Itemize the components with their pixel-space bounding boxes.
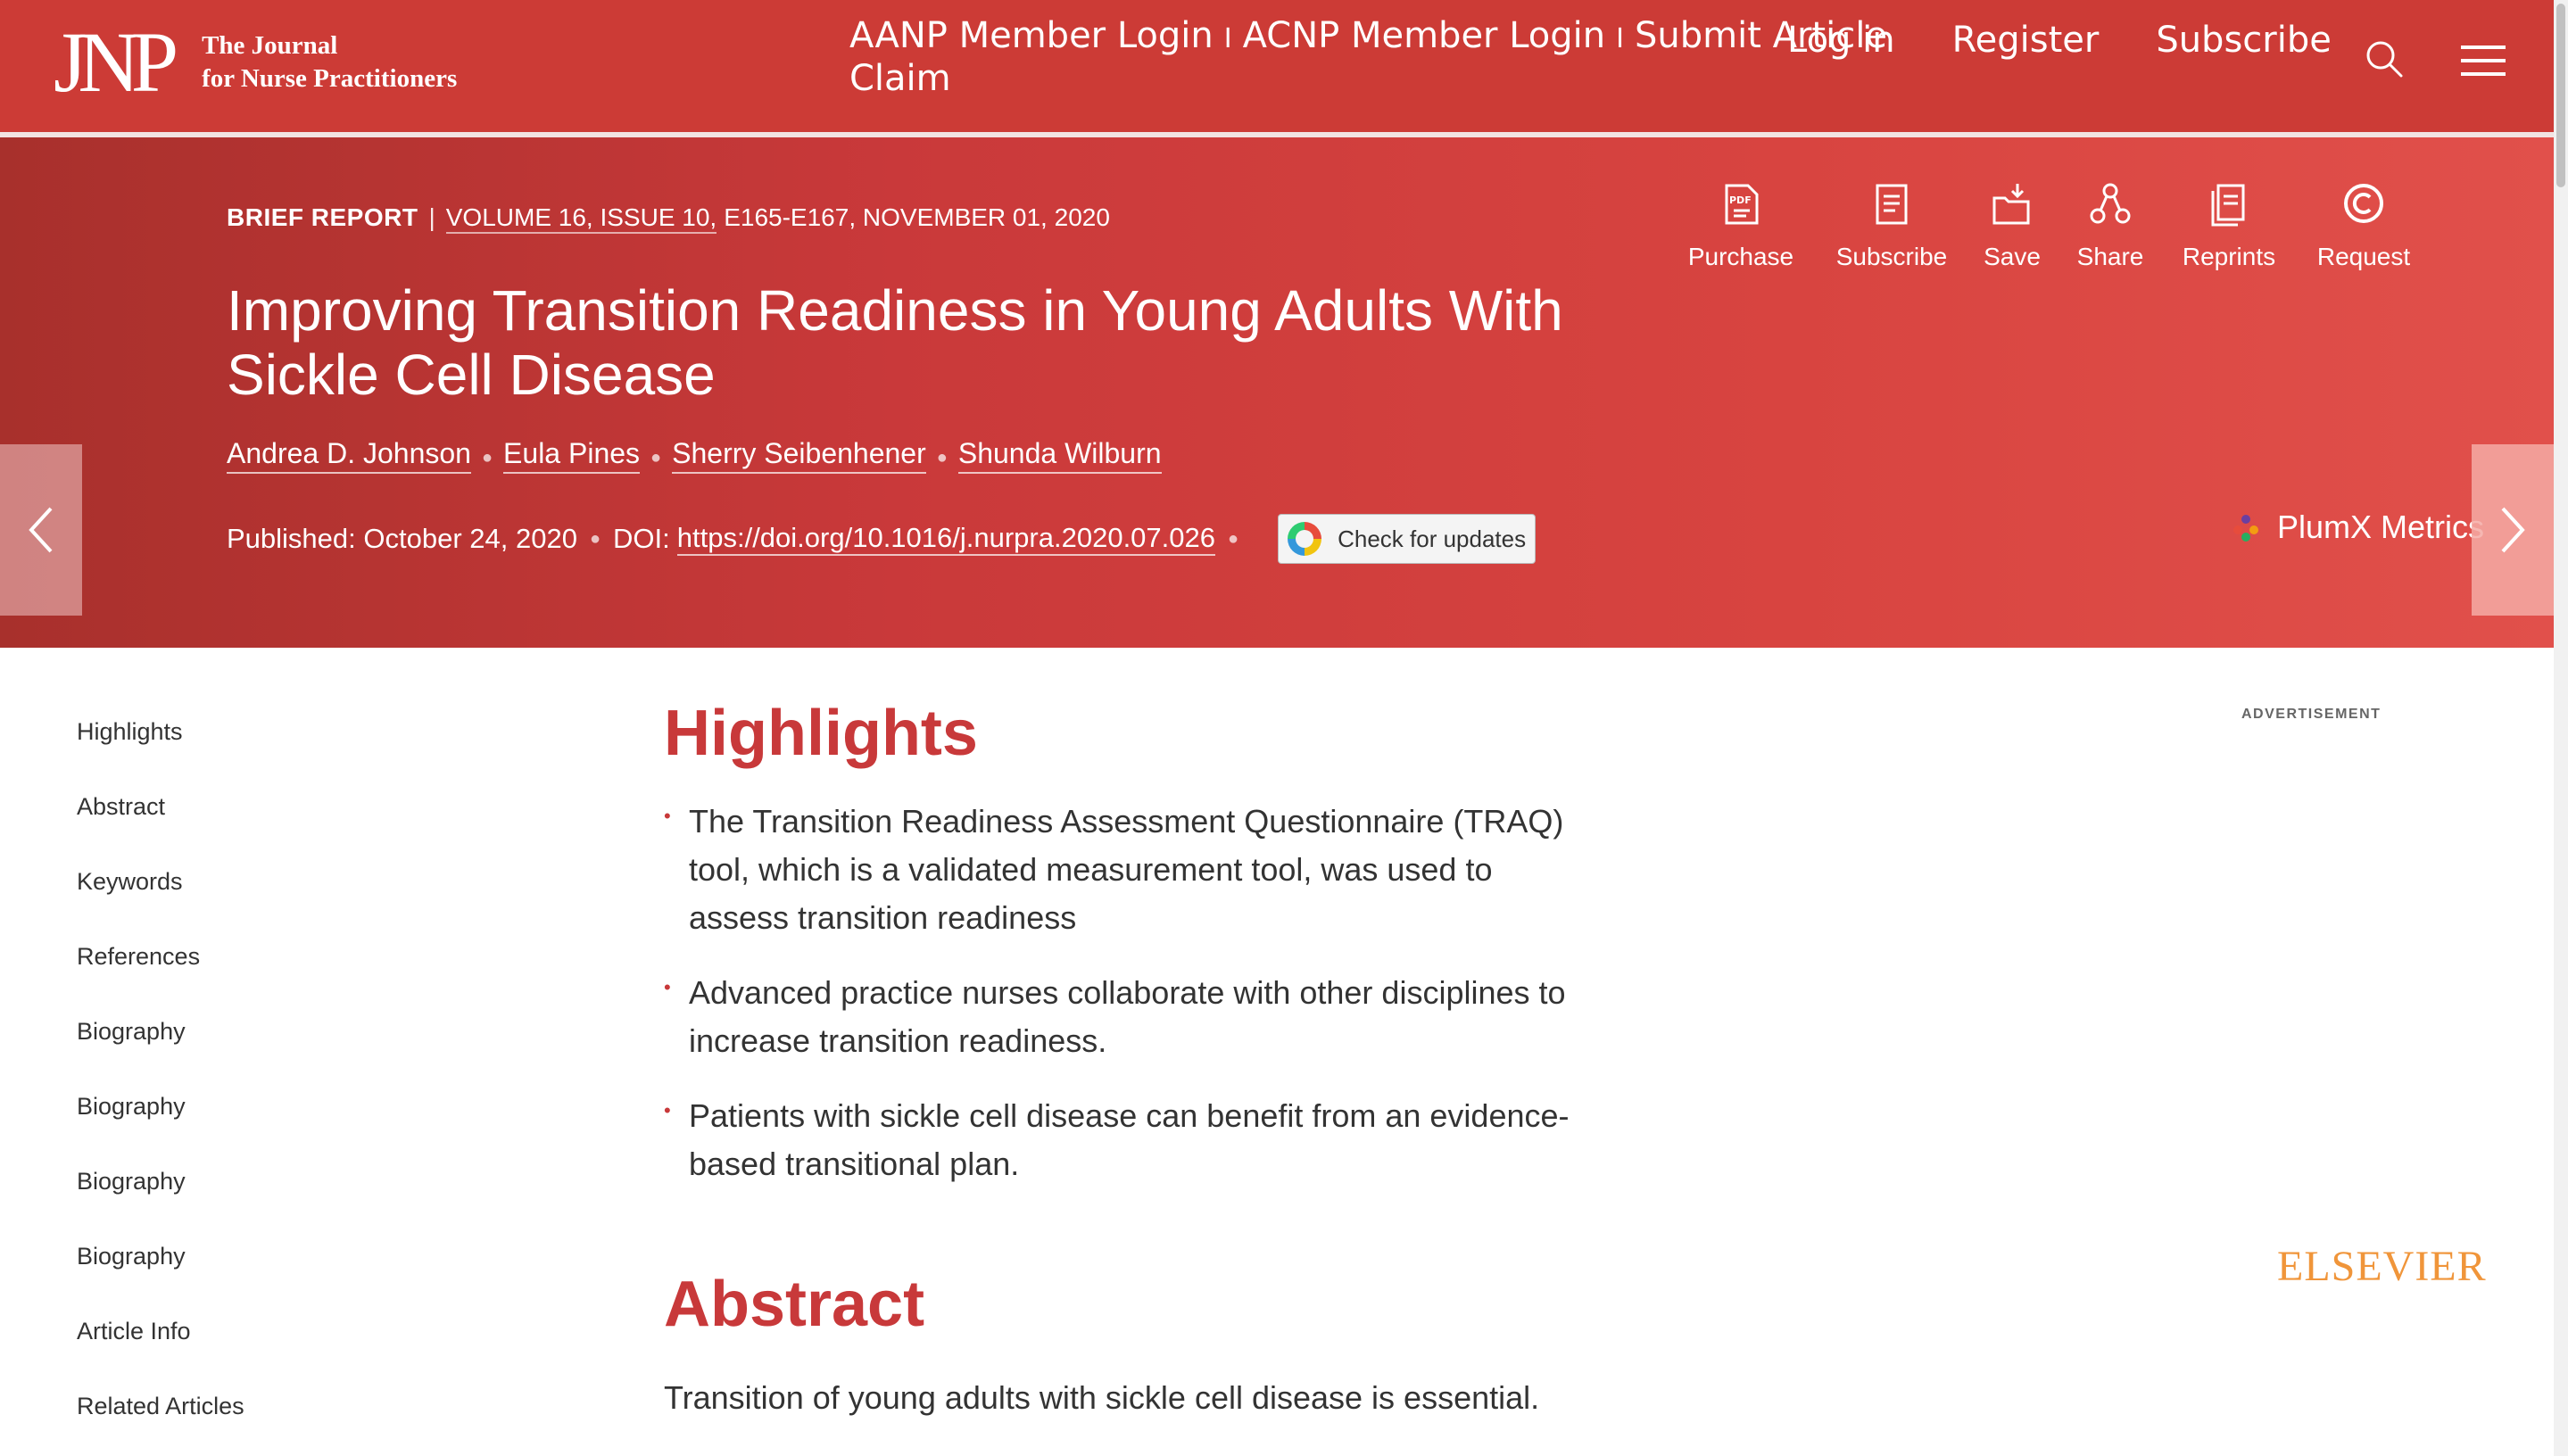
volume-issue-link[interactable]: VOLUME 16, ISSUE 10,: [445, 203, 717, 234]
author-link[interactable]: Shunda Wilburn: [957, 437, 1162, 474]
highlights-heading: Highlights: [664, 698, 978, 769]
link-separator: I: [1616, 23, 1624, 54]
author-separator: ●: [936, 448, 948, 467]
login-link[interactable]: Log in: [1787, 20, 1895, 61]
request-button[interactable]: Request: [2297, 182, 2431, 271]
author-link[interactable]: Eula Pines: [503, 437, 641, 474]
subscribe-link[interactable]: Subscribe: [2156, 20, 2332, 61]
meta-separator: |: [428, 203, 435, 231]
next-article-button[interactable]: [2472, 444, 2554, 616]
previous-article-button[interactable]: [0, 444, 82, 616]
logo-line-2: for Nurse Practitioners: [202, 64, 458, 93]
sidebar-item-biography[interactable]: Biography: [77, 1163, 244, 1238]
share-icon: [2090, 183, 2131, 224]
pdf-icon: PDF: [1725, 184, 1759, 225]
plumx-icon: [2233, 515, 2258, 542]
highlights-list: The Transition Readiness Assessment Ques…: [664, 792, 1592, 1188]
published-date: Published: October 24, 2020: [227, 523, 577, 554]
claim-link[interactable]: Claim: [849, 59, 1887, 98]
save-label: Save: [1984, 243, 2041, 270]
share-button[interactable]: Share: [2061, 182, 2159, 271]
check-for-updates-button[interactable]: Check for updates: [1278, 514, 1537, 564]
save-button[interactable]: Save: [1967, 182, 2058, 271]
sidebar-item-related-articles[interactable]: Related Articles: [77, 1388, 244, 1456]
sidebar-item-biography[interactable]: Biography: [77, 1013, 244, 1088]
author-link[interactable]: Sherry Seibenhener: [672, 437, 926, 474]
sidebar-item-biography[interactable]: Biography: [77, 1238, 244, 1313]
search-icon[interactable]: [2365, 39, 2404, 79]
logo-line-1: The Journal: [202, 31, 338, 60]
pages-date: E165-E167, NOVEMBER 01, 2020: [724, 203, 1110, 231]
abstract-heading: Abstract: [664, 1269, 925, 1340]
article-actions: PDF Purchase Subscribe Save Share Reprin…: [1677, 182, 2431, 271]
page-scrollbar[interactable]: [2554, 0, 2568, 1456]
plumx-label: PlumX Metrics: [2277, 509, 2485, 545]
author-separator: ●: [481, 448, 493, 467]
aanp-login-link[interactable]: AANP Member Login: [849, 16, 1214, 55]
sidebar-item-highlights[interactable]: Highlights: [77, 714, 244, 789]
publication-line: Published: October 24, 2020 ● DOI: https…: [227, 514, 1537, 564]
author-link[interactable]: Andrea D. Johnson: [227, 437, 471, 474]
svg-text:PDF: PDF: [1729, 194, 1752, 206]
acnp-login-link[interactable]: ACNP Member Login: [1243, 16, 1606, 55]
reprints-button[interactable]: Reprints: [2166, 182, 2291, 271]
purchase-label: Purchase: [1687, 243, 1794, 270]
article-type: BRIEF REPORT: [227, 203, 418, 231]
scrollbar-thumb[interactable]: [2556, 4, 2565, 187]
member-links: AANP Member Login I ACNP Member Login I …: [849, 16, 1887, 98]
sidebar-item-abstract[interactable]: Abstract: [77, 789, 244, 864]
copyright-icon: [2344, 184, 2383, 223]
sidebar-item-keywords[interactable]: Keywords: [77, 864, 244, 939]
reprints-label: Reprints: [2182, 243, 2276, 270]
subscribe-label: Subscribe: [1835, 243, 1948, 270]
author-separator: ●: [650, 448, 662, 467]
register-link[interactable]: Register: [1952, 20, 2100, 61]
request-label: Request: [2316, 243, 2411, 270]
logo-mark: JNP: [54, 14, 178, 110]
save-folder-icon: [1992, 184, 2030, 225]
article-outline-nav: Highlights Abstract Keywords References …: [77, 714, 244, 1456]
sidebar-item-biography[interactable]: Biography: [77, 1088, 244, 1163]
pub-separator: ●: [589, 528, 601, 549]
logo-text: The Journal for Nurse Practitioners: [202, 29, 457, 95]
pub-separator: ●: [1228, 528, 1239, 549]
highlight-item: The Transition Readiness Assessment Ques…: [664, 792, 1592, 942]
article-meta: BRIEF REPORT | VOLUME 16, ISSUE 10, E165…: [227, 203, 1110, 234]
subscribe-button[interactable]: Subscribe: [1820, 182, 1963, 271]
sidebar-item-references[interactable]: References: [77, 939, 244, 1013]
link-separator: I: [1223, 23, 1232, 54]
article-title: Improving Transition Readiness in Young …: [227, 278, 1563, 407]
account-nav: Log in Register Subscribe: [1787, 20, 2389, 61]
menu-icon[interactable]: [2461, 43, 2506, 79]
abstract-text: Transition of young adults with sickle c…: [664, 1379, 1540, 1416]
article-hero: BRIEF REPORT | VOLUME 16, ISSUE 10, E165…: [0, 137, 2554, 648]
share-label: Share: [2076, 243, 2144, 270]
chevron-right-icon: [2501, 507, 2525, 553]
author-list: Andrea D. Johnson ● Eula Pines ● Sherry …: [227, 437, 1162, 474]
doi-link[interactable]: https://doi.org/10.1016/j.nurpra.2020.07…: [676, 522, 1215, 556]
elsevier-logo[interactable]: ELSEVIER: [2277, 1242, 2487, 1291]
check-updates-label: Check for updates: [1338, 525, 1527, 552]
chevron-left-icon: [29, 507, 53, 553]
sidebar-item-article-info[interactable]: Article Info: [77, 1313, 244, 1388]
document-icon: [1876, 184, 1908, 225]
doi-label: DOI:: [613, 523, 670, 554]
advertisement-label: ADVERTISEMENT: [2241, 707, 2382, 722]
highlight-item: Patients with sickle cell disease can be…: [664, 1087, 1592, 1188]
crossmark-icon: [1288, 522, 1322, 556]
purchase-button[interactable]: PDF Purchase: [1677, 182, 1804, 271]
highlight-item: Advanced practice nurses collaborate wit…: [664, 964, 1592, 1065]
top-navigation-bar: JNP The Journal for Nurse Practitioners …: [0, 0, 2554, 132]
journal-logo[interactable]: JNP The Journal for Nurse Practitioners: [54, 18, 457, 107]
plumx-metrics-link[interactable]: PlumX Metrics: [2231, 509, 2484, 546]
article-body: Highlights The Transition Readiness Asse…: [664, 691, 1592, 1422]
reprints-icon: [2211, 184, 2245, 227]
